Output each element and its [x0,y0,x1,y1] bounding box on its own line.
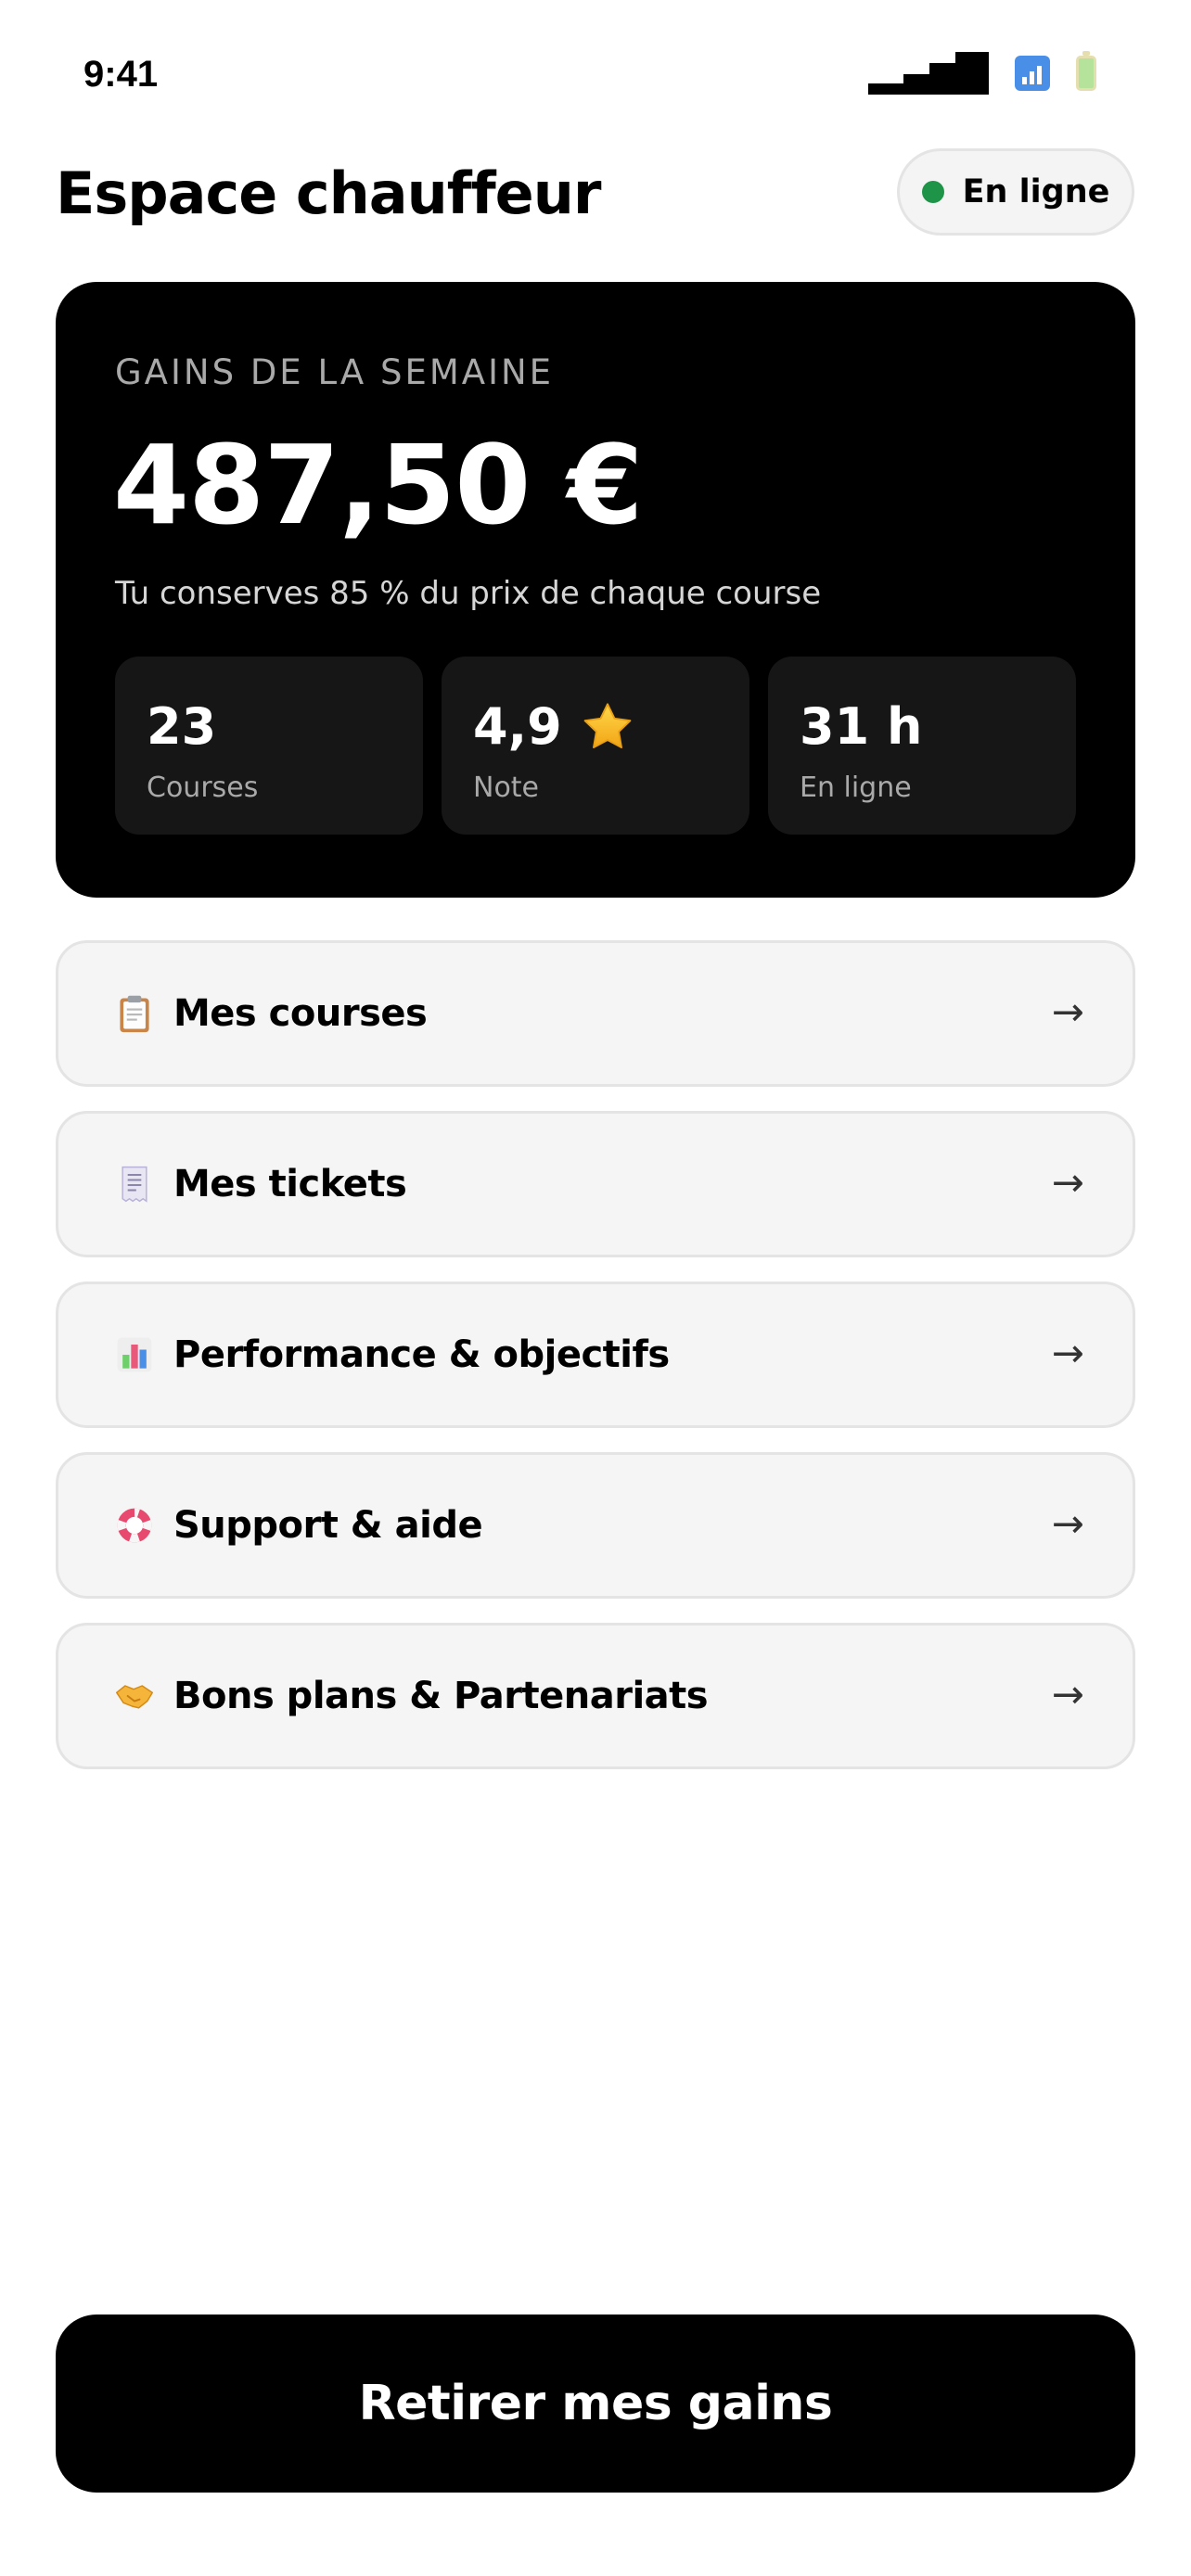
stat-rating-value: 4,9 [473,697,634,756]
earnings-note: Tu conserves 85 % du prix de chaque cour… [115,575,822,612]
menu-item-label: Performance & objectifs [173,1333,670,1376]
stat-rides-label: Courses [147,772,259,804]
page-title: Espace chauffeur [56,159,601,227]
menu-item-my-rides[interactable]: Mes courses → [56,940,1135,1087]
menu-item-performance-goals[interactable]: Performance & objectifs → [56,1282,1135,1428]
stat-rides: 23 Courses [115,657,423,835]
earnings-label: GAINS DE LA SEMAINE [115,352,555,392]
status-bar: 9:41 [0,0,1191,139]
arrow-right-icon: → [1051,1330,1084,1376]
arrow-right-icon: → [1051,1159,1084,1205]
stat-rides-value: 23 [147,697,216,756]
online-status-toggle[interactable]: En ligne [897,148,1134,236]
receipt-icon [122,1166,147,1203]
arrow-right-icon: → [1051,1500,1084,1547]
wifi-icon [1015,56,1050,91]
menu-item-my-tickets[interactable]: Mes tickets → [56,1111,1135,1257]
signal-icon [868,52,989,95]
stat-online-hours-number: 31 h [800,697,923,756]
battery-icon [1076,51,1096,91]
stat-rating-number: 4,9 [473,697,562,756]
star-icon [583,702,632,748]
arrow-right-icon: → [1051,1671,1084,1717]
weekly-earnings-card: GAINS DE LA SEMAINE 487,50 € Tu conserve… [56,282,1135,898]
bar-chart-icon [117,1337,152,1372]
clipboard-icon [120,995,149,1033]
menu-item-label: Mes courses [173,992,428,1035]
stat-online-hours-value: 31 h [800,697,922,756]
stat-rides-number: 23 [147,697,217,756]
lifebuoy-icon [117,1508,152,1543]
withdraw-earnings-button[interactable]: Retirer mes gains [56,2315,1135,2493]
arrow-right-icon: → [1051,988,1084,1035]
handshake-icon [116,1685,153,1709]
menu-item-label: Bons plans & Partenariats [173,1675,709,1717]
online-status-dot [921,181,944,203]
menu-item-deals-partnerships[interactable]: Bons plans & Partenariats → [56,1623,1135,1769]
stat-online-hours: 31 h En ligne [768,657,1076,835]
stat-online-hours-label: En ligne [800,772,912,804]
menu-item-label: Support & aide [173,1504,483,1547]
stat-rating-label: Note [473,772,540,804]
status-icons [868,51,1096,95]
status-time: 9:41 [83,54,159,95]
stat-rating: 4,9 Note [442,657,749,835]
menu-item-label: Mes tickets [173,1163,407,1205]
online-status-label: En ligne [962,173,1110,210]
earnings-amount: 487,50 € [113,421,644,549]
menu-item-support-help[interactable]: Support & aide → [56,1452,1135,1599]
